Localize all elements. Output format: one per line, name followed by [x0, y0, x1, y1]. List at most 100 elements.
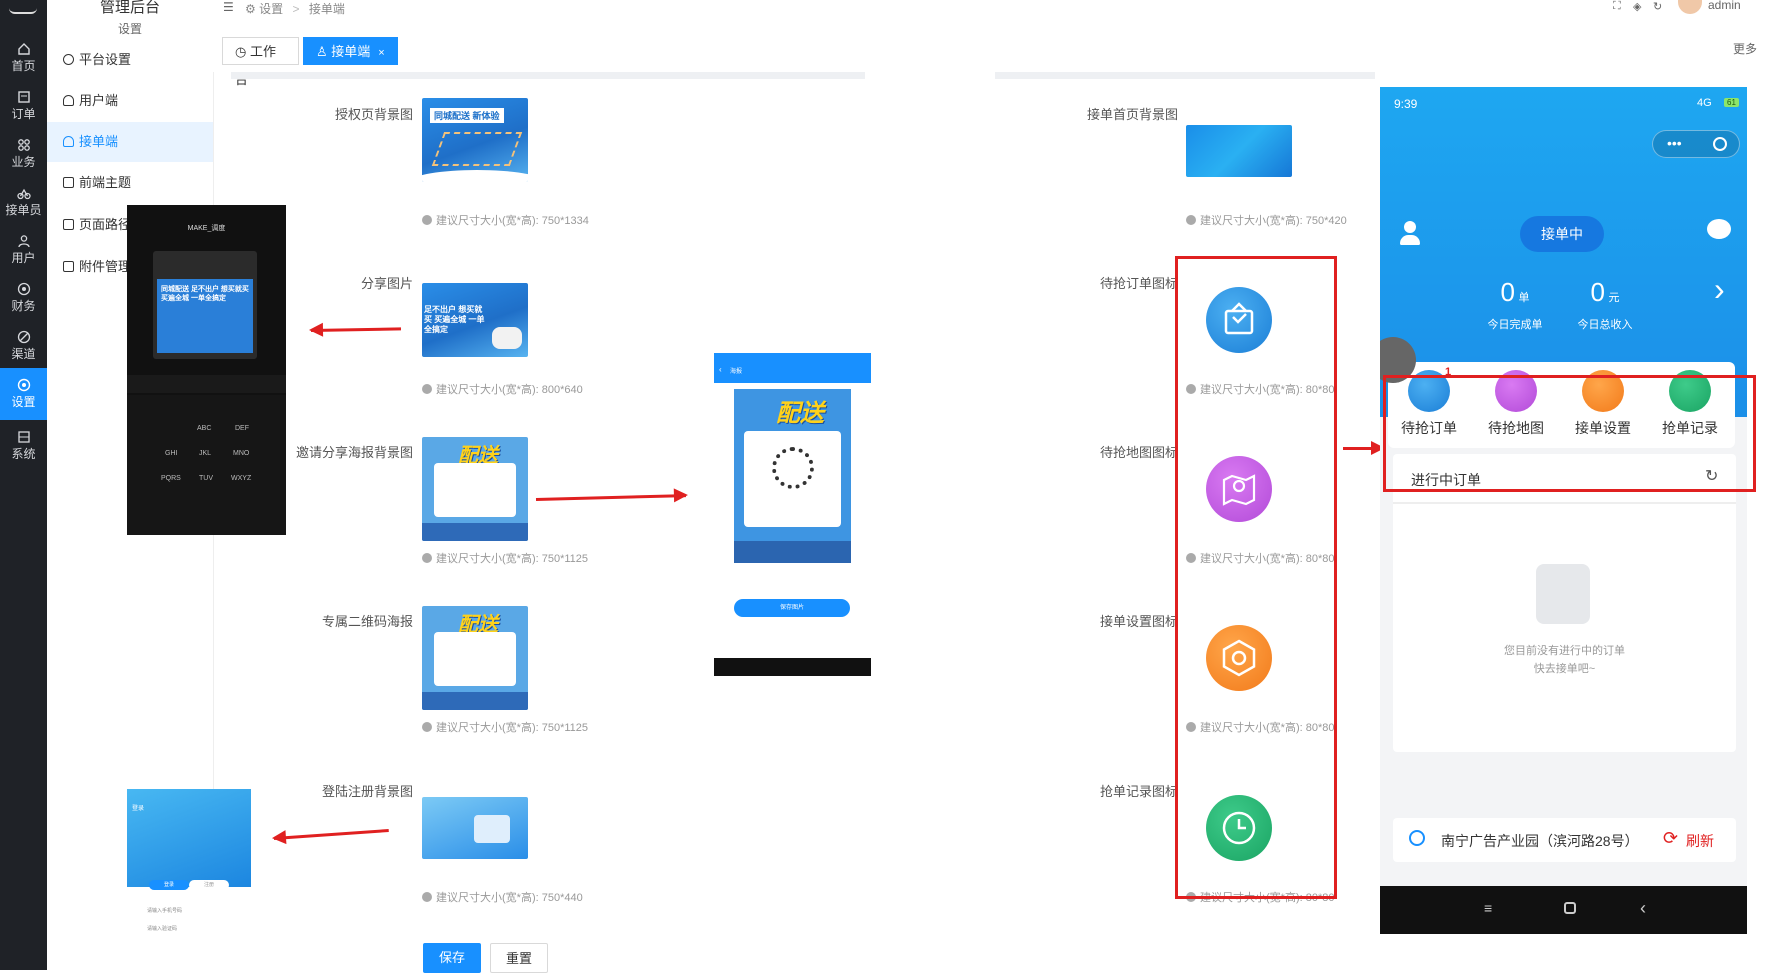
stat-label: 今日完成单	[1487, 319, 1543, 331]
refresh-location-icon[interactable]: ⟳	[1663, 828, 1678, 849]
submenu-item-theme[interactable]: 前端主题	[47, 163, 213, 203]
stat-label: 今日总收入	[1577, 319, 1633, 331]
save-image-button[interactable]: 保存图片	[734, 599, 850, 617]
annotation-arrow	[273, 828, 389, 840]
message-bubble-icon[interactable]	[1707, 219, 1731, 239]
chat-input-bar[interactable]	[127, 375, 286, 393]
chat-preview: MAKE_调度 同城配送 足不出户 想买就买 买遍全城 一单全搞定 ABC DE…	[127, 205, 286, 535]
home-icon	[17, 43, 30, 55]
breadcrumb-root[interactable]: 设置	[259, 2, 283, 16]
login-tab[interactable]: 登录	[149, 880, 189, 890]
close-circle-icon[interactable]	[1713, 137, 1727, 151]
building-illustration	[474, 815, 510, 843]
key-ghi[interactable]: GHI	[165, 450, 177, 457]
top-bar: ☰ ⚙ 设置 > 接单端 ⛶ ◈ ↻ admin	[213, 0, 1772, 23]
rider-icon	[16, 188, 31, 200]
wave-shape	[422, 170, 528, 182]
hint-home-bg: 建议尺寸大小(宽*高): 750*420	[1186, 212, 1347, 228]
key-jkl[interactable]: JKL	[199, 450, 211, 457]
register-tab[interactable]: 注册	[189, 880, 229, 890]
invite-poster-thumb[interactable]: 配送	[422, 437, 528, 541]
submenu-item-user-end[interactable]: 用户端	[47, 81, 213, 121]
home-bg-thumb[interactable]	[1186, 125, 1292, 177]
avatar-icon[interactable]	[1400, 221, 1420, 247]
collapse-menu-icon[interactable]: ☰	[223, 0, 234, 14]
rail-label: 用户	[11, 251, 36, 265]
submenu-label: 附件管理	[79, 259, 132, 274]
reset-button[interactable]: 重置	[490, 943, 548, 973]
home-nav-icon[interactable]	[1564, 902, 1576, 914]
refresh-location-button[interactable]: 刷新	[1686, 831, 1714, 851]
theme-icon	[63, 177, 74, 188]
username[interactable]: admin	[1708, 0, 1741, 12]
poster-city	[422, 523, 528, 541]
key-mno[interactable]: MNO	[233, 450, 249, 457]
annotation-arrow	[535, 494, 686, 501]
more-tabs-button[interactable]: 更多	[1733, 40, 1757, 57]
submenu-heading: 设置	[117, 22, 142, 36]
qrcode-poster-thumb[interactable]: 配送	[422, 606, 528, 710]
avatar[interactable]	[1678, 0, 1702, 14]
rail-item-home[interactable]: 首页	[0, 32, 47, 84]
phone-field[interactable]: 请输入手机号码	[147, 907, 182, 914]
breadcrumb-separator: >	[292, 2, 300, 16]
business-icon	[17, 139, 30, 151]
share-img-thumb[interactable]: 足不出户 想买就买 买遍全城 一单全搞定	[422, 283, 528, 357]
submenu-item-platform[interactable]: 平台设置	[47, 40, 213, 80]
breadcrumb-current: 接单端	[308, 2, 345, 16]
login-preview-title: 登录	[132, 806, 145, 812]
hint-auth-bg: 建议尺寸大小(宽*高): 750*1334	[422, 212, 589, 228]
mini-program-capsule[interactable]: •••	[1652, 130, 1740, 158]
chevron-right-icon[interactable]: ›	[1714, 271, 1725, 308]
refresh-icon[interactable]: ↻	[1653, 0, 1662, 13]
page-path-icon	[63, 219, 74, 230]
fullscreen-icon[interactable]: ⛶	[1613, 0, 1621, 13]
rail-label: 首页	[11, 59, 36, 73]
empty-wallet-icon	[1536, 564, 1590, 624]
tab-workbench[interactable]: ◷ 工作台	[222, 37, 299, 87]
platform-icon	[63, 54, 74, 65]
clock-icon: ◷	[235, 44, 250, 59]
menu-nav-icon[interactable]: ≡	[1484, 900, 1492, 916]
location-bar: 南宁广告产业园（滨河路28号） ⟳ 刷新	[1393, 818, 1736, 862]
back-icon[interactable]: ‹	[719, 365, 722, 374]
rail-item-user[interactable]: 用户	[0, 224, 47, 276]
working-status-button[interactable]: 接单中	[1520, 216, 1604, 252]
theme-icon[interactable]: ◈	[1633, 0, 1641, 13]
rail-item-rider[interactable]: 接单员	[0, 176, 47, 228]
poster-preview-header: ‹ 海报	[714, 353, 871, 383]
rail-item-system[interactable]: 系统	[0, 420, 47, 472]
submenu-label: 页面路径	[79, 217, 132, 232]
settings-icon	[17, 378, 30, 392]
more-dots-icon[interactable]: •••	[1667, 135, 1682, 151]
annotation-box-grid	[1383, 375, 1756, 492]
key-abc[interactable]: ABC	[197, 425, 211, 432]
poster-preview: ‹ 海报 配送 保存图片	[714, 353, 871, 676]
submenu-item-rider-end[interactable]: 接单端	[47, 122, 213, 162]
rail-item-finance[interactable]: 财务	[0, 272, 47, 324]
auth-bg-thumb[interactable]: 同城配送 新体验	[422, 98, 528, 182]
form-label-grab-order-icon: 待抢订单图标	[1099, 276, 1178, 291]
login-bg-thumb[interactable]	[422, 797, 528, 859]
code-field[interactable]: 请输入验证码	[147, 925, 177, 932]
close-icon[interactable]: ×	[378, 47, 384, 59]
status-network: 4G	[1697, 97, 1712, 109]
rail-item-settings[interactable]: 设置	[0, 368, 47, 420]
key-tuv[interactable]: TUV	[199, 475, 213, 482]
save-button[interactable]: 保存	[423, 943, 481, 973]
rider-app-preview: 9:39 4G 61 ••• 接单中 0 单 今日完成单 0 元 今日总收入 ›…	[1380, 87, 1747, 934]
rail-item-order[interactable]: 订单	[0, 80, 47, 132]
tab-rider-end[interactable]: ♙ 接单端 ×	[303, 37, 398, 65]
key-pqrs[interactable]: PQRS	[161, 475, 181, 482]
poster-preview-image: 配送	[734, 389, 851, 563]
back-nav-icon[interactable]: ‹	[1640, 898, 1646, 919]
channel-icon	[17, 330, 30, 344]
today-completed-stat: 0 单 今日完成单	[1470, 277, 1560, 332]
breadcrumb-settings-icon: ⚙	[245, 2, 256, 16]
form-label-grab-map-icon: 待抢地图图标	[1099, 445, 1178, 460]
key-def[interactable]: DEF	[235, 425, 249, 432]
key-wxyz[interactable]: WXYZ	[231, 475, 251, 482]
rail-item-business[interactable]: 业务	[0, 128, 47, 180]
rail-item-channel[interactable]: 渠道	[0, 320, 47, 372]
rail-label: 财务	[11, 299, 36, 313]
